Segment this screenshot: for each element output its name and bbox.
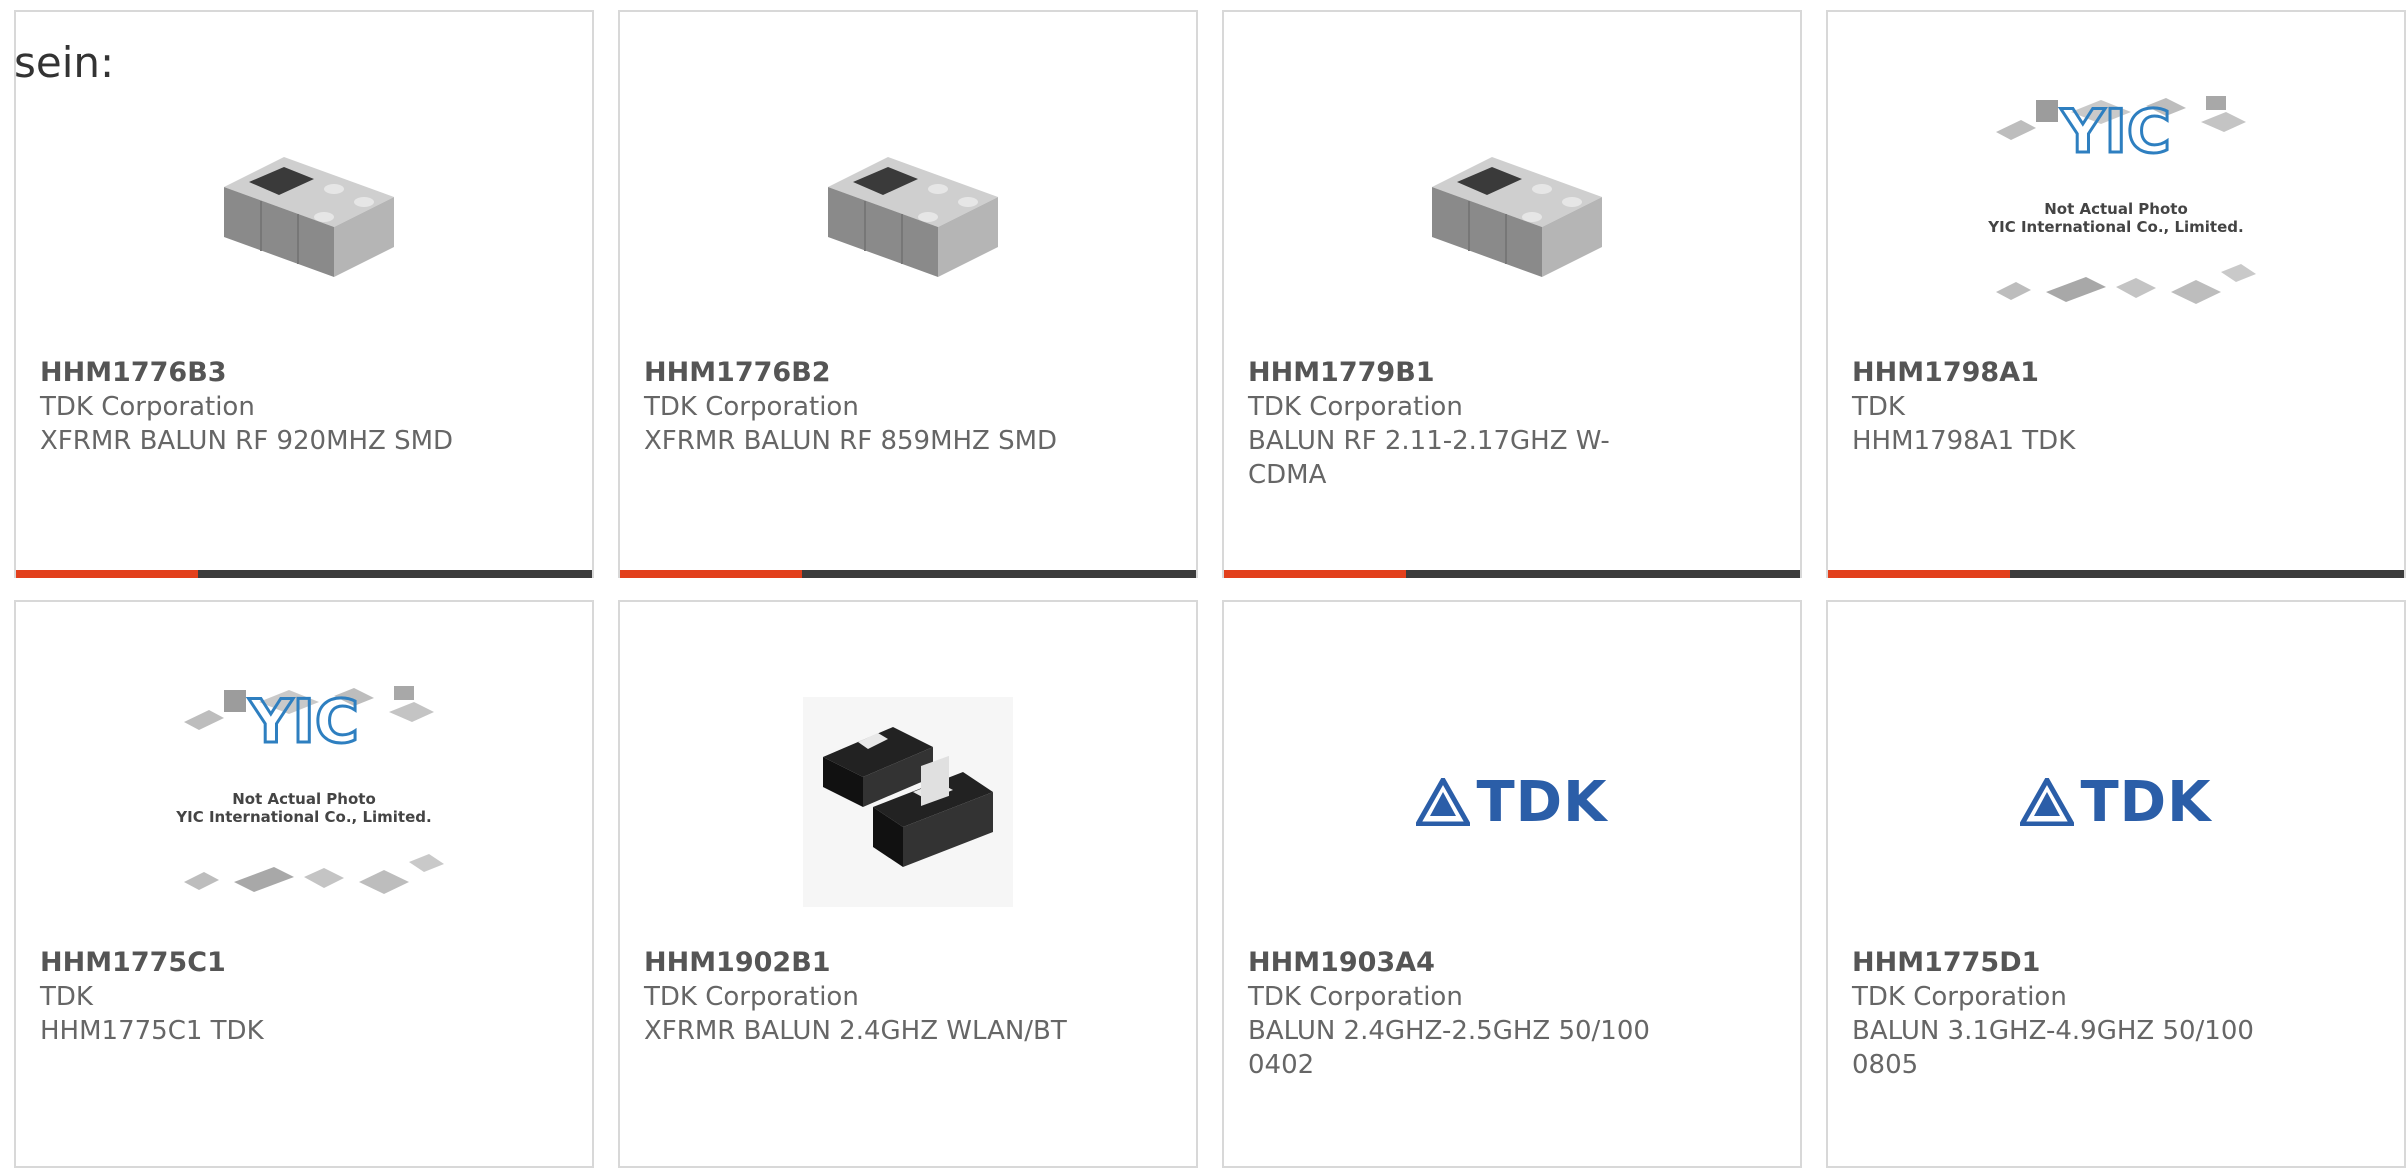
product-image[interactable]: [16, 72, 592, 352]
part-number[interactable]: HHM1776B3: [40, 356, 480, 390]
manufacturer: TDK Corporation: [1248, 392, 1463, 422]
manufacturer: TDK: [40, 982, 93, 1012]
svg-text:YIC: YIC: [248, 687, 359, 757]
description: XFRMR BALUN 2.4GHZ WLAN/BT: [644, 1016, 1067, 1046]
manufacturer: TDK Corporation: [644, 982, 859, 1012]
smd-chip-icon: [224, 157, 394, 277]
card-bar: [620, 570, 1196, 578]
part-number[interactable]: HHM1775C1: [40, 946, 480, 980]
svg-text:YIC International Co., Limited: YIC International Co., Limited.: [175, 808, 431, 826]
product-image[interactable]: YIC Not Actual Photo YIC International C…: [1828, 72, 2404, 352]
card-bar: [1224, 570, 1800, 578]
part-number[interactable]: HHM1775D1: [1852, 946, 2292, 980]
description: BALUN 3.1GHZ-4.9GHZ 50/100 0805: [1852, 1016, 2254, 1080]
yic-placeholder-icon: YIC Not Actual Photo YIC International C…: [1987, 96, 2256, 304]
part-number[interactable]: HHM1798A1: [1852, 356, 2292, 390]
manufacturer: TDK: [1852, 392, 1905, 422]
product-image[interactable]: [620, 662, 1196, 942]
smd-chip-icon: [1432, 157, 1602, 277]
description: BALUN RF 2.11-2.17GHZ W-CDMA: [1248, 426, 1610, 490]
product-card[interactable]: HHM1779B1 TDK Corporation BALUN RF 2.11-…: [1222, 10, 1802, 578]
part-number[interactable]: HHM1902B1: [644, 946, 1084, 980]
yic-placeholder-icon: YIC Not Actual Photo YIC International C…: [175, 686, 444, 894]
product-card[interactable]: HHM1776B2 TDK Corporation XFRMR BALUN RF…: [618, 10, 1198, 578]
tdk-logo-icon: TDK: [2020, 770, 2211, 835]
manufacturer: TDK Corporation: [1852, 982, 2067, 1012]
description: HHM1775C1 TDK: [40, 1016, 264, 1046]
tdk-logo-text: TDK: [1476, 769, 1608, 835]
product-card[interactable]: YIC Not Actual Photo YIC International C…: [1826, 10, 2406, 578]
description: XFRMR BALUN RF 920MHZ SMD: [40, 426, 454, 456]
description: HHM1798A1 TDK: [1852, 426, 2076, 456]
product-image[interactable]: [620, 72, 1196, 352]
product-image[interactable]: YIC Not Actual Photo YIC International C…: [16, 662, 592, 942]
card-bar: [16, 570, 592, 578]
manufacturer: TDK Corporation: [644, 392, 859, 422]
description: BALUN 2.4GHZ-2.5GHZ 50/100 0402: [1248, 1016, 1650, 1080]
smd-chip-icon: [828, 157, 998, 277]
product-card[interactable]: TDK HHM1775D1 TDK Corporation BALUN 3.1G…: [1826, 600, 2406, 1168]
card-bar-accent: [1224, 570, 1406, 578]
product-card[interactable]: TDK HHM1903A4 TDK Corporation BALUN 2.4G…: [1222, 600, 1802, 1168]
tdk-logo-text: TDK: [2080, 769, 2212, 835]
intro-text: sein:: [14, 38, 115, 87]
svg-text:Not Actual Photo: Not Actual Photo: [2044, 200, 2188, 218]
smd-pair-icon: [803, 697, 1013, 907]
product-image[interactable]: TDK: [1828, 662, 2404, 942]
svg-text:YIC: YIC: [2060, 97, 2171, 167]
product-card[interactable]: YIC Not Actual Photo YIC International C…: [14, 600, 594, 1168]
svg-text:Not Actual Photo: Not Actual Photo: [232, 790, 376, 808]
svg-text:YIC International Co., Limited: YIC International Co., Limited.: [1987, 218, 2243, 236]
description: XFRMR BALUN RF 859MHZ SMD: [644, 426, 1058, 456]
card-bar-accent: [620, 570, 802, 578]
card-bar: [1828, 570, 2404, 578]
product-image[interactable]: [1224, 72, 1800, 352]
product-card[interactable]: HHM1776B3 TDK Corporation XFRMR BALUN RF…: [14, 10, 594, 578]
card-bar-accent: [16, 570, 198, 578]
part-number[interactable]: HHM1776B2: [644, 356, 1084, 390]
manufacturer: TDK Corporation: [1248, 982, 1463, 1012]
tdk-emblem-icon: [1416, 778, 1471, 826]
tdk-logo-icon: TDK: [1416, 770, 1607, 835]
manufacturer: TDK Corporation: [40, 392, 255, 422]
card-bar-accent: [1828, 570, 2010, 578]
product-image[interactable]: TDK: [1224, 662, 1800, 942]
part-number[interactable]: HHM1903A4: [1248, 946, 1688, 980]
product-card[interactable]: HHM1902B1 TDK Corporation XFRMR BALUN 2.…: [618, 600, 1198, 1168]
part-number[interactable]: HHM1779B1: [1248, 356, 1688, 390]
tdk-emblem-icon: [2020, 778, 2075, 826]
